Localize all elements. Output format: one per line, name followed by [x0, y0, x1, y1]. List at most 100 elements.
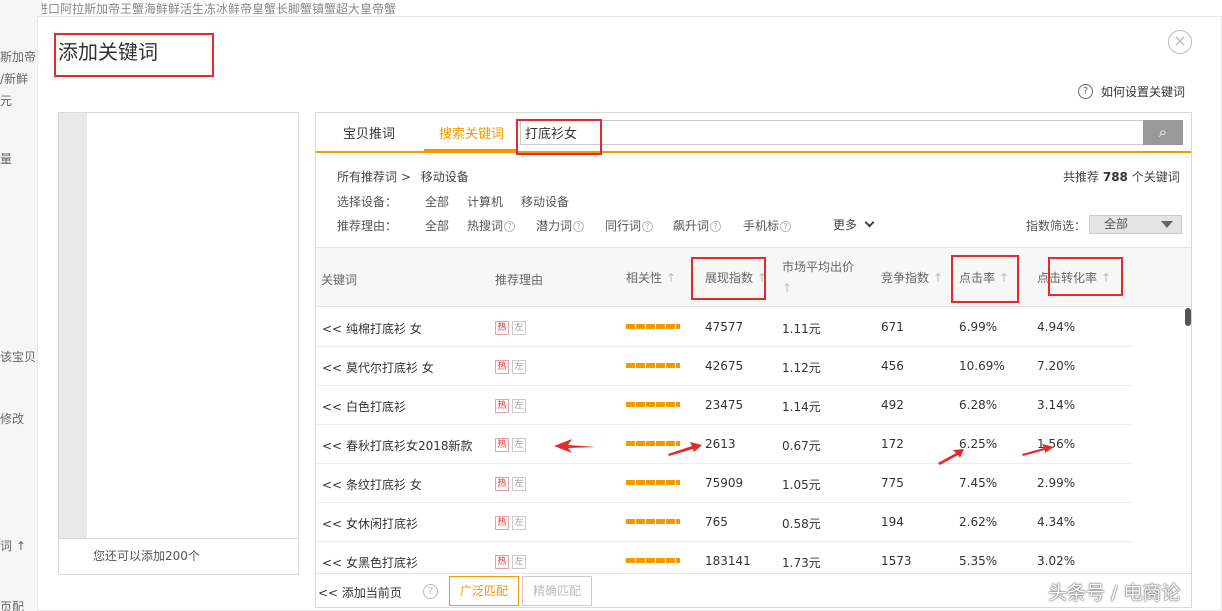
reason-cell: 热左 [495, 437, 529, 452]
device-option-all[interactable]: 全部 [425, 193, 449, 210]
add-keyword-button[interactable]: << [322, 478, 342, 492]
cvr-cell: 3.14% [1037, 398, 1076, 412]
col-ctr[interactable]: 点击率 ↑ [959, 269, 1009, 286]
hot-tag-icon: 热 [495, 555, 509, 569]
index-filter-select[interactable]: 全部 [1089, 215, 1182, 234]
search-input[interactable] [520, 120, 1144, 145]
scrollbar-thumb[interactable] [1185, 308, 1191, 326]
impressions-cell: 2613 [705, 437, 736, 451]
help-link[interactable]: ? 如何设置关键词 [1078, 83, 1185, 100]
total-count: 共推荐 788 个关键词 [1063, 168, 1180, 185]
reason-option-mobile[interactable]: 手机标? [743, 217, 792, 234]
competition-cell: 671 [881, 320, 904, 334]
col-competition[interactable]: 竞争指数 ↑ [881, 269, 943, 286]
reason-option-rising[interactable]: 飙升词? [673, 217, 722, 234]
search-button[interactable]: ⌕ [1143, 120, 1183, 145]
cvr-cell: 3.02% [1037, 554, 1076, 568]
device-filter-label: 选择设备： [337, 195, 398, 209]
keyword-text: 白色打底衫 [345, 400, 406, 414]
sort-icon: ↑ [782, 281, 793, 295]
total-suffix: 个关键词 [1131, 170, 1180, 184]
table-row[interactable]: << 春秋打底衫女2018新款热左 2613 0.67元 172 6.25% 1.56% [316, 425, 1131, 464]
left-tag-icon: 左 [512, 477, 526, 491]
reason-cell: 热左 [495, 476, 529, 491]
keyword-text: 女休闲打底衫 [345, 517, 418, 531]
annotation-arrow-icon [1022, 444, 1054, 456]
table-row[interactable]: << 条纹打底衫 女 热左 75909 1.05元 775 7.45% 2.99% [316, 464, 1131, 503]
background-item-title: 宝贝：进口阿拉斯加帝王蟹海鲜鲜活生冻冰鲜帝皇蟹长脚蟹镇蟹超大皇帝蟹 [0, 2, 397, 16]
competition-cell: 775 [881, 476, 904, 490]
add-keyword-button[interactable]: << [322, 556, 342, 570]
reason-option-potential[interactable]: 潜力词? [536, 217, 585, 234]
competition-cell: 194 [881, 515, 904, 529]
table-row[interactable]: << 白色打底衫 热左 23475 1.14元 492 6.28% 3.14% [316, 386, 1131, 425]
active-tab-indicator [424, 149, 516, 152]
bg-text: 量 [0, 152, 13, 166]
selected-keywords-panel: 您还可以添加200个 [58, 112, 299, 575]
keyword-cell[interactable]: << 莫代尔打底衫 女 [322, 359, 434, 376]
exact-match-button[interactable]: 精确匹配 [522, 576, 593, 606]
tab-bar: 宝贝推词 搜索关键词 ⌕ [316, 113, 1191, 153]
breadcrumb-current: 移动设备 [420, 170, 469, 184]
col-impressions[interactable]: 展现指数 ↑ [705, 269, 767, 286]
bg-text: 页配 [0, 600, 25, 611]
impressions-cell: 765 [705, 515, 728, 529]
col-keyword: 关键词 [321, 273, 358, 287]
sort-icon: ↑ [1101, 271, 1112, 285]
reason-option-all[interactable]: 全部 [425, 217, 449, 234]
bg-text[interactable]: 修改 [0, 410, 24, 427]
hot-tag-icon: 热 [495, 399, 509, 413]
keyword-text: 纯棉打底衫 女 [345, 322, 422, 336]
watermark: 头条号 / 电商论 [1048, 582, 1181, 604]
close-icon[interactable]: × [1168, 30, 1192, 54]
left-tag-icon: 左 [512, 321, 526, 335]
impressions-cell: 183141 [705, 554, 751, 568]
table-row[interactable]: << 女休闲打底衫 热左 765 0.58元 194 2.62% 4.34% [316, 503, 1131, 542]
impressions-cell: 47577 [705, 320, 744, 334]
keyword-cell[interactable]: << 白色打底衫 [322, 398, 406, 415]
relevance-bar [626, 558, 680, 563]
reason-cell: 热左 [495, 359, 529, 374]
reason-option-hot[interactable]: 热搜词? [467, 217, 516, 234]
keyword-cell[interactable]: << 春秋打底衫女2018新款 [322, 437, 472, 454]
bg-text: 元 [0, 94, 13, 108]
background-page-strip: 斯加帝 /新鲜 元 量 该宝贝 修改 词 ↑ 页配 [0, 0, 42, 611]
relevance-bar [626, 480, 680, 485]
keyword-cell[interactable]: << 纯棉打底衫 女 [322, 320, 422, 337]
avg-bid-cell: 1.11元 [782, 322, 821, 336]
add-keyword-button[interactable]: << [322, 361, 342, 375]
keyword-cell[interactable]: << 女黑色打底衫 [322, 554, 418, 571]
table-row[interactable]: << 纯棉打底衫 女 热左 47577 1.11元 671 6.99% 4.94% [316, 308, 1131, 347]
col-avg-bid[interactable]: 市场平均出价 ↑ [782, 258, 854, 295]
more-filters-button[interactable]: 更多 [833, 216, 875, 233]
keyword-text: 女黑色打底衫 [345, 556, 418, 570]
device-option-mobile[interactable]: 移动设备 [521, 193, 569, 210]
tab-item-keywords[interactable]: 宝贝推词 [343, 123, 395, 142]
left-tag-icon: 左 [512, 399, 526, 413]
add-keyword-button[interactable]: << [322, 400, 342, 414]
keyword-text: 条纹打底衫 女 [345, 478, 422, 492]
keyword-text: 春秋打底衫女2018新款 [345, 439, 473, 453]
reason-option-peer[interactable]: 同行词? [605, 217, 654, 234]
add-keyword-button[interactable]: << [322, 439, 342, 453]
question-icon[interactable]: ? [423, 584, 438, 599]
keyword-search-panel: 宝贝推词 搜索关键词 ⌕ 所有推荐词 > 移动设备 共推荐 788 个关键词 选… [315, 112, 1192, 608]
col-cvr[interactable]: 点击转化率 ↑ [1037, 269, 1111, 286]
ctr-cell: 6.28% [959, 398, 998, 412]
ctr-cell: 2.62% [959, 515, 998, 529]
col-relevance[interactable]: 相关性 ↑ [626, 269, 676, 286]
add-keyword-button[interactable]: << [322, 322, 342, 336]
keyword-text: 莫代尔打底衫 女 [345, 361, 434, 375]
table-row[interactable]: << 莫代尔打底衫 女 热左 42675 1.12元 456 10.69% 7.20% [316, 347, 1131, 386]
device-option-pc[interactable]: 计算机 [467, 193, 503, 210]
keyword-cell[interactable]: << 条纹打底衫 女 [322, 476, 422, 493]
breadcrumb-root[interactable]: 所有推荐词 [337, 170, 397, 184]
broad-match-button[interactable]: 广泛匹配 [449, 576, 520, 606]
add-keyword-button[interactable]: << [322, 517, 342, 531]
left-tag-icon: 左 [512, 438, 526, 452]
keyword-cell[interactable]: << 女休闲打底衫 [322, 515, 418, 532]
add-current-page-button[interactable]: << 添加当前页 [318, 584, 402, 601]
remaining-count: 您还可以添加200个 [59, 538, 298, 574]
hot-tag-icon: 热 [495, 516, 509, 530]
tab-search-keywords[interactable]: 搜索关键词 [439, 123, 504, 142]
